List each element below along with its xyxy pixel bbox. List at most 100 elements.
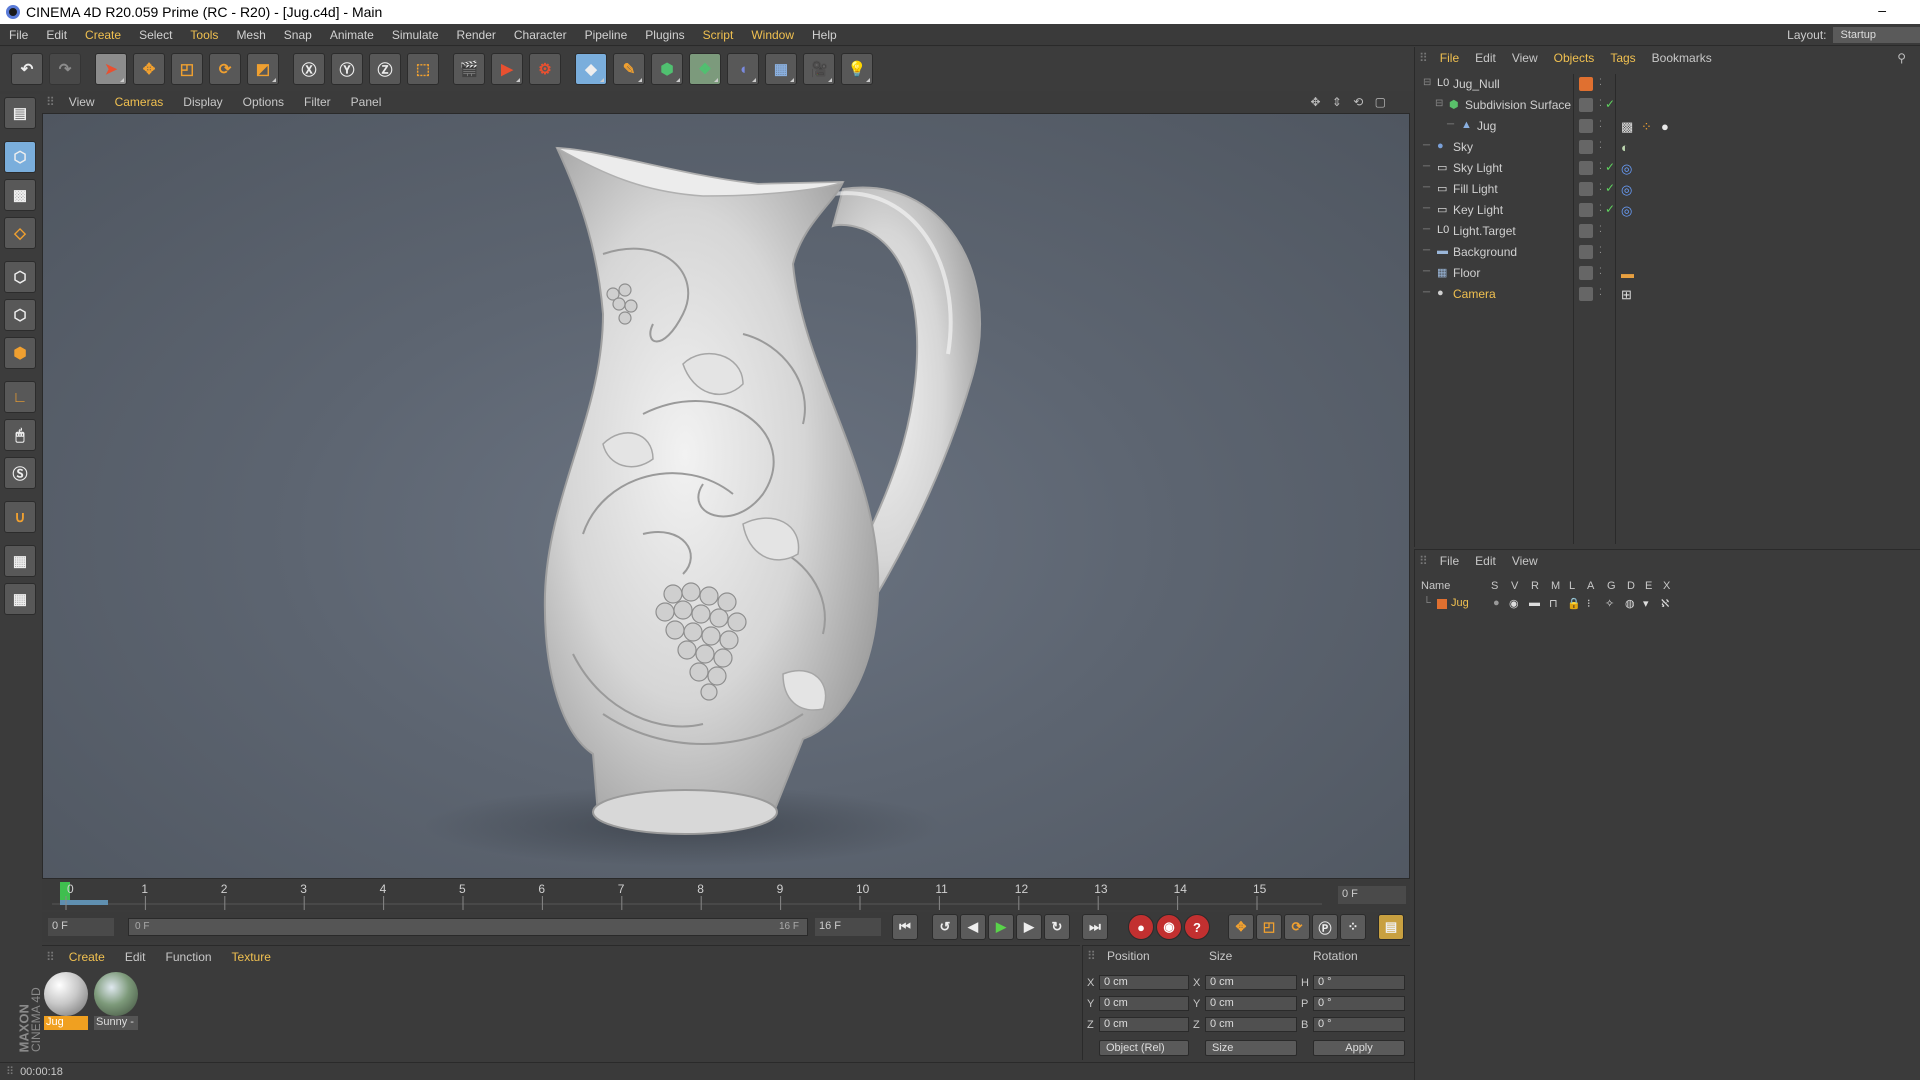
edges-mode-icon[interactable]: ⬡ [4, 299, 36, 331]
menu-tools[interactable]: Tools [181, 28, 227, 42]
visibility-dots-icon[interactable]: ⁚ [1599, 245, 1602, 256]
menu-simulate[interactable]: Simulate [383, 28, 448, 42]
lm-menu-edit[interactable]: Edit [1467, 554, 1504, 568]
pos-z-field[interactable]: 0 cm [1099, 1017, 1189, 1032]
deformer-icon[interactable]: ◖ [727, 53, 759, 85]
animation-icon[interactable]: ⁝ [1587, 597, 1591, 610]
object-tag-icon[interactable]: ⊞ [1621, 287, 1632, 303]
object-tag-icon[interactable]: ◐ [1621, 140, 1629, 155]
size-mode-select[interactable]: Size [1205, 1040, 1297, 1056]
visibility-dots-icon[interactable]: ⁚ [1599, 182, 1602, 193]
timeline-ruler[interactable]: 012345678910111213141516 0 F [42, 880, 1410, 910]
manager-icon[interactable]: ⊓ [1549, 597, 1558, 610]
object-tag-icon[interactable]: ◎ [1621, 182, 1632, 198]
solo-mode-icon[interactable]: Ⓢ [4, 457, 36, 489]
object-tag-icon[interactable]: ⁘ [1641, 119, 1652, 135]
array-generator-icon[interactable]: ❖ [689, 53, 721, 85]
object-name[interactable]: Light.Target [1453, 224, 1516, 238]
visibility-dots-icon[interactable]: ⁚ [1599, 119, 1602, 130]
object-name[interactable]: Camera [1453, 287, 1496, 301]
object-name[interactable]: Jug_Null [1453, 77, 1500, 91]
material-jug[interactable]: Jug [44, 972, 88, 1032]
layer-swatch[interactable] [1579, 119, 1593, 133]
subdivision-generator-icon[interactable]: ⬢ [651, 53, 683, 85]
layer-swatch[interactable] [1579, 224, 1593, 238]
polygons-mode-icon[interactable]: ⬢ [4, 337, 36, 369]
om-menu-tags[interactable]: Tags [1602, 51, 1643, 65]
layout-select[interactable]: Startup [1832, 27, 1920, 43]
recent-tool-icon[interactable]: ◩ [247, 53, 279, 85]
object-row-jug[interactable]: ─ ▲ Jug ⁚ ▩ ⁘ ● [1415, 116, 1920, 137]
redo-icon[interactable]: ↷ [49, 53, 81, 85]
cube-primitive-icon[interactable]: ◆ [575, 53, 607, 85]
tree-expander-icon[interactable]: ─ [1423, 266, 1430, 277]
render-picture-viewer-icon[interactable]: ▶ [491, 53, 523, 85]
rotate-tool-icon[interactable]: ⟳ [209, 53, 241, 85]
coordinate-mode-select[interactable]: Object (Rel) [1099, 1040, 1189, 1056]
next-frame-icon[interactable]: ▶ [1016, 914, 1042, 940]
autokeying-icon[interactable]: ◉ [1156, 914, 1182, 940]
record-rotation-icon[interactable]: ⟳ [1284, 914, 1310, 940]
floor-scene-icon[interactable]: ▦ [765, 53, 797, 85]
menu-render[interactable]: Render [448, 28, 505, 42]
object-row-floor[interactable]: ─ ▦ Floor ⁚ ▬ [1415, 263, 1920, 284]
menu-window[interactable]: Window [742, 28, 803, 42]
om-menu-bookmarks[interactable]: Bookmarks [1644, 51, 1720, 65]
tree-expander-icon[interactable]: ─ [1423, 161, 1430, 172]
texture-mode-icon[interactable]: ▩ [4, 179, 36, 211]
object-name[interactable]: Jug [1477, 119, 1496, 133]
workplane-snap-icon[interactable]: ▦ [4, 583, 36, 615]
expression-icon[interactable]: ▾ [1643, 597, 1649, 610]
rot-b-field[interactable]: 0 ° [1313, 1017, 1405, 1032]
layer-swatch[interactable] [1579, 182, 1593, 196]
scale-tool-icon[interactable]: ◰ [171, 53, 203, 85]
record-position-icon[interactable]: ✥ [1228, 914, 1254, 940]
material-menu-function[interactable]: Function [156, 950, 222, 964]
rot-p-field[interactable]: 0 ° [1313, 996, 1405, 1011]
object-row-key-light[interactable]: ─ ▭ Key Light ⁚ ✓ ◎ [1415, 200, 1920, 221]
object-tag-icon[interactable]: ▩ [1621, 119, 1633, 135]
minimize-button[interactable]: – [1878, 2, 1886, 18]
axis-mode-icon[interactable]: ∟ [4, 381, 36, 413]
object-tag-icon[interactable]: ◎ [1621, 161, 1632, 177]
visibility-dots-icon[interactable]: ⁚ [1599, 224, 1602, 235]
object-name[interactable]: Fill Light [1453, 182, 1498, 196]
object-row-sky[interactable]: ─ ● Sky ⁚ ◐ [1415, 137, 1920, 158]
select-tool-icon[interactable]: ➤ [95, 53, 127, 85]
enabled-check-icon[interactable]: ✓ [1605, 202, 1615, 216]
tree-expander-icon[interactable]: ─ [1423, 140, 1430, 151]
solo-icon[interactable]: ● [1493, 597, 1500, 609]
keyframe-selection-icon[interactable]: ? [1184, 914, 1210, 940]
viewport-navigation-icons[interactable]: ✥ ⇕ ⟲ ▢ [1300, 95, 1400, 109]
record-pla-icon[interactable]: ⁘ [1340, 914, 1366, 940]
viewport-menu-options[interactable]: Options [233, 95, 294, 109]
viewport-menu-filter[interactable]: Filter [294, 95, 341, 109]
model-mode-icon[interactable]: ⬡ [4, 141, 36, 173]
om-menu-objects[interactable]: Objects [1546, 51, 1603, 65]
lm-menu-file[interactable]: File [1432, 554, 1467, 568]
xref-icon[interactable]: ℵ [1661, 597, 1669, 610]
material-menu-texture[interactable]: Texture [222, 950, 281, 964]
previous-frame-icon[interactable]: ◀ [960, 914, 986, 940]
goto-previous-key-icon[interactable]: ↺ [932, 914, 958, 940]
object-row-subdivision-surface[interactable]: ⊟ ⬢ Subdivision Surface ⁚ ✓ [1415, 95, 1920, 116]
snap-magnet-icon[interactable]: ∪ [4, 501, 36, 533]
object-name[interactable]: Floor [1453, 266, 1480, 280]
edit-render-settings-icon[interactable]: ⚙ [529, 53, 561, 85]
viewport-menu-view[interactable]: View [59, 95, 105, 109]
object-row-sky-light[interactable]: ─ ▭ Sky Light ⁚ ✓ ◎ [1415, 158, 1920, 179]
viewport-menu-display[interactable]: Display [173, 95, 232, 109]
pos-y-field[interactable]: 0 cm [1099, 996, 1189, 1011]
timeline-ticks[interactable]: 012345678910111213141516 [52, 880, 1322, 910]
visibility-dots-icon[interactable]: ⁚ [1599, 140, 1602, 151]
layer-swatch[interactable] [1579, 203, 1593, 217]
points-mode-icon[interactable]: ⬡ [4, 261, 36, 293]
tree-expander-icon[interactable]: ─ [1423, 245, 1430, 256]
generator-icon[interactable]: ✧ [1605, 597, 1614, 610]
layer-name[interactable]: Jug [1451, 597, 1469, 609]
menu-snap[interactable]: Snap [275, 28, 321, 42]
z-axis-lock-icon[interactable]: Ⓩ [369, 53, 401, 85]
visibility-dots-icon[interactable]: ⁚ [1599, 161, 1602, 172]
tree-expander-icon[interactable]: ⊟ [1423, 77, 1431, 88]
make-editable-icon[interactable]: ▤ [4, 97, 36, 129]
